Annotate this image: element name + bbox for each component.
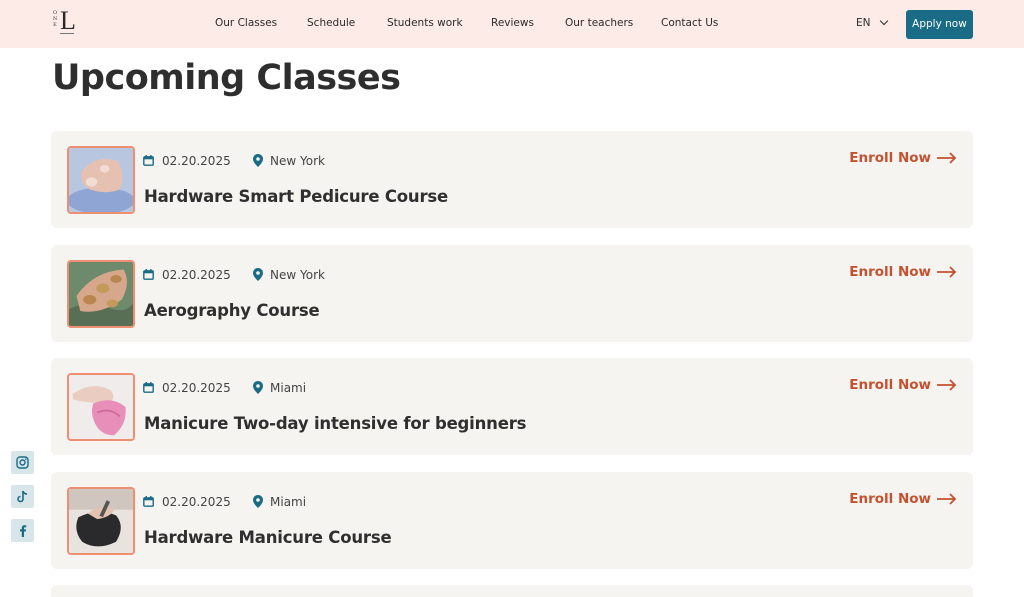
enroll-now-link[interactable]: Enroll Now	[849, 150, 957, 166]
enroll-label: Enroll Now	[849, 264, 931, 280]
class-thumbnail[interactable]	[67, 260, 135, 328]
arrow-right-icon	[937, 379, 957, 391]
class-thumbnail[interactable]	[67, 373, 135, 441]
nav-our-teachers[interactable]: Our teachers	[565, 17, 633, 29]
class-title[interactable]: Manicure Two-day intensive for beginners	[144, 414, 526, 433]
enroll-now-link[interactable]: Enroll Now	[849, 264, 957, 280]
nav-reviews[interactable]: Reviews	[491, 17, 534, 29]
class-city: Miami	[270, 495, 307, 509]
arrow-right-icon	[937, 266, 957, 278]
instagram-link[interactable]	[11, 451, 34, 474]
class-card: 02.20.2025 Miami Hardware Manicure Cours…	[51, 472, 973, 569]
class-title[interactable]: Aerography Course	[144, 301, 320, 320]
location-pin-icon	[253, 381, 263, 394]
nav-schedule[interactable]: Schedule	[307, 17, 355, 29]
calendar-icon	[143, 382, 154, 393]
chevron-down-icon	[879, 16, 888, 26]
location-pin-icon	[253, 268, 263, 281]
arrow-right-icon	[937, 493, 957, 505]
tiktok-icon	[17, 490, 28, 503]
class-card: 02.20.2025 New York Hardware Smart Pedic…	[51, 131, 973, 228]
enroll-now-link[interactable]: Enroll Now	[849, 491, 957, 507]
enroll-label: Enroll Now	[849, 377, 931, 393]
enroll-label: Enroll Now	[849, 150, 931, 166]
enroll-now-link[interactable]: Enroll Now	[849, 377, 957, 393]
language-label: EN	[856, 17, 871, 29]
class-date: 02.20.2025	[162, 154, 231, 168]
class-date: 02.20.2025	[162, 381, 231, 395]
arrow-right-icon	[937, 152, 957, 164]
class-city: New York	[270, 154, 325, 168]
page-title: Upcoming Classes	[52, 58, 401, 98]
class-thumbnail[interactable]	[67, 487, 135, 555]
class-date: 02.20.2025	[162, 268, 231, 282]
class-title[interactable]: Hardware Manicure Course	[144, 528, 392, 547]
class-thumbnail[interactable]	[67, 146, 135, 214]
tiktok-link[interactable]	[11, 485, 34, 508]
class-date: 02.20.2025	[162, 495, 231, 509]
language-selector[interactable]: EN	[856, 16, 888, 29]
calendar-icon	[143, 496, 154, 507]
location-pin-icon	[253, 495, 263, 508]
class-title[interactable]: Hardware Smart Pedicure Course	[144, 187, 448, 206]
facebook-link[interactable]	[11, 519, 34, 542]
site-header: O N E L Our Classes Schedule Students wo…	[0, 0, 1024, 48]
nav-our-classes[interactable]: Our Classes	[215, 17, 277, 29]
calendar-icon	[143, 155, 154, 166]
calendar-icon	[143, 269, 154, 280]
nav-contact-us[interactable]: Contact Us	[661, 17, 718, 29]
apply-now-button[interactable]: Apply now	[906, 10, 973, 39]
nav-students-work[interactable]: Students work	[387, 17, 463, 29]
class-city: New York	[270, 268, 325, 282]
class-card-partial	[51, 585, 973, 597]
location-pin-icon	[253, 154, 263, 167]
enroll-label: Enroll Now	[849, 491, 931, 507]
instagram-icon	[16, 456, 29, 469]
class-city: Miami	[270, 381, 307, 395]
class-card: 02.20.2025 Miami Manicure Two-day intens…	[51, 358, 973, 455]
facebook-icon	[20, 525, 27, 537]
class-card: 02.20.2025 New York Aerography Course En…	[51, 245, 973, 342]
